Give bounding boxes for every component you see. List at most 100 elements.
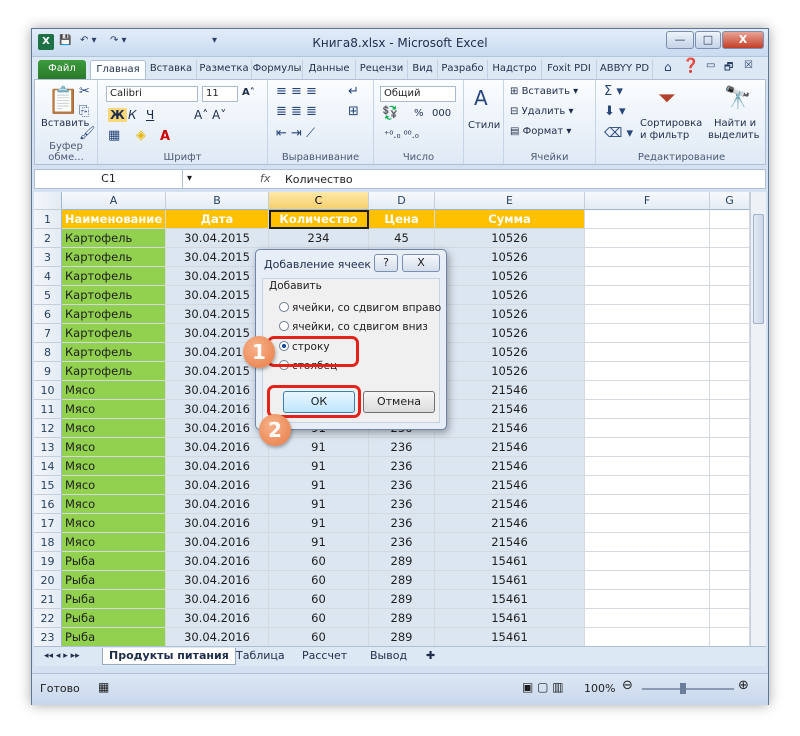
table-cell[interactable]: Картофель — [62, 286, 166, 305]
table-cell[interactable]: 236 — [369, 438, 435, 457]
collapse-ribbon-icon[interactable]: ⌂ — [664, 60, 672, 75]
table-cell[interactable]: Рыба — [62, 628, 166, 646]
styles-button[interactable]: Стили — [468, 120, 500, 131]
zoom-slider[interactable] — [642, 688, 734, 690]
tab-developer[interactable]: Разрабо — [438, 60, 488, 79]
table-cell[interactable]: Мясо — [62, 438, 166, 457]
table-cell[interactable]: 30.04.2016 — [166, 533, 269, 552]
tab-data[interactable]: Данные — [303, 60, 356, 79]
merge-icon[interactable]: ⊞ — [348, 104, 359, 119]
formula-input[interactable]: Количество — [285, 173, 353, 186]
row-header[interactable]: 12 — [34, 419, 62, 438]
table-cell[interactable] — [585, 305, 710, 324]
table-cell[interactable]: 10526 — [435, 267, 585, 286]
table-cell[interactable] — [710, 362, 750, 381]
table-cell[interactable] — [710, 400, 750, 419]
row-header[interactable]: 10 — [34, 381, 62, 400]
column-header-a[interactable]: A — [62, 192, 166, 210]
table-cell[interactable]: 21546 — [435, 457, 585, 476]
percent-button[interactable]: % — [414, 108, 424, 119]
table-cell[interactable]: 60 — [269, 609, 369, 628]
table-cell[interactable]: 15461 — [435, 609, 585, 628]
table-cell[interactable]: 21546 — [435, 533, 585, 552]
table-cell[interactable] — [585, 628, 710, 646]
align-left-icon[interactable]: ≣ ≣ ≣ — [276, 104, 317, 119]
table-cell[interactable] — [710, 514, 750, 533]
table-cell[interactable]: 21546 — [435, 400, 585, 419]
row-header[interactable]: 6 — [34, 305, 62, 324]
mdi-min-icon[interactable]: ▭ — [706, 60, 715, 75]
row-header[interactable]: 9 — [34, 362, 62, 381]
row-header[interactable]: 21 — [34, 590, 62, 609]
grow-font-icon[interactable]: A˄ — [242, 87, 255, 98]
mdi-close-icon[interactable]: ☒ — [744, 60, 753, 75]
table-cell[interactable] — [710, 305, 750, 324]
row-header[interactable]: 14 — [34, 457, 62, 476]
header-cell[interactable] — [710, 210, 750, 229]
column-header-g[interactable]: G — [710, 192, 750, 210]
table-cell[interactable]: 45 — [369, 229, 435, 248]
table-cell[interactable]: 289 — [369, 628, 435, 646]
table-cell[interactable] — [710, 476, 750, 495]
table-cell[interactable]: Мясо — [62, 457, 166, 476]
styles-icon[interactable]: A — [474, 86, 488, 110]
clear-icon[interactable]: ⌫ ▾ — [604, 126, 633, 141]
tab-abbyy[interactable]: ABBYY PD — [597, 60, 653, 79]
row-header[interactable]: 5 — [34, 286, 62, 305]
column-header-b[interactable]: B — [166, 192, 269, 210]
table-cell[interactable]: 91 — [269, 514, 369, 533]
table-cell[interactable] — [585, 476, 710, 495]
row-header[interactable]: 1 — [34, 210, 62, 229]
table-cell[interactable]: Мясо — [62, 419, 166, 438]
table-cell[interactable] — [585, 590, 710, 609]
table-cell[interactable] — [585, 400, 710, 419]
table-cell[interactable]: 30.04.2016 — [166, 400, 269, 419]
table-cell[interactable] — [585, 381, 710, 400]
column-header-c[interactable]: C — [269, 192, 369, 210]
table-cell[interactable]: Мясо — [62, 400, 166, 419]
table-cell[interactable]: 91 — [269, 533, 369, 552]
column-header-f[interactable]: F — [585, 192, 710, 210]
row-header[interactable]: 2 — [34, 229, 62, 248]
tab-view[interactable]: Вид — [408, 60, 438, 79]
table-cell[interactable]: Мясо — [62, 495, 166, 514]
table-cell[interactable]: 60 — [269, 628, 369, 646]
table-cell[interactable]: 21546 — [435, 438, 585, 457]
table-cell[interactable]: 21546 — [435, 476, 585, 495]
table-cell[interactable]: Рыба — [62, 609, 166, 628]
font-shrink-icon[interactable]: A˄ A˅ — [194, 108, 226, 122]
table-cell[interactable]: 30.04.2015 — [166, 305, 269, 324]
filter-button[interactable]: и фильтр — [640, 130, 689, 141]
table-cell[interactable]: 91 — [269, 476, 369, 495]
table-cell[interactable]: 289 — [369, 609, 435, 628]
new-sheet-icon[interactable]: ✚ — [420, 648, 441, 665]
table-cell[interactable] — [710, 495, 750, 514]
tab-layout[interactable]: Разметка — [197, 60, 252, 79]
table-cell[interactable]: Мясо — [62, 533, 166, 552]
sheet-tab-output[interactable]: Вывод — [364, 648, 413, 665]
table-cell[interactable]: 10526 — [435, 248, 585, 267]
table-cell[interactable]: Картофель — [62, 305, 166, 324]
row-header[interactable]: 20 — [34, 571, 62, 590]
paste-icon[interactable]: 📋 — [47, 86, 79, 116]
autosum-icon[interactable]: Σ ▾ — [604, 84, 623, 99]
table-cell[interactable] — [585, 324, 710, 343]
decimal-icon[interactable]: ⁺⁰.₀ ⁰⁰.₀ — [384, 130, 419, 141]
zoom-slider-thumb[interactable] — [680, 683, 686, 694]
table-cell[interactable]: 60 — [269, 571, 369, 590]
minimize-button[interactable]: — — [666, 31, 694, 49]
table-cell[interactable]: 21546 — [435, 514, 585, 533]
tab-formulas[interactable]: Формулы — [252, 60, 303, 79]
table-cell[interactable]: 234 — [269, 229, 369, 248]
find-button[interactable]: Найти и — [714, 118, 756, 129]
table-cell[interactable] — [710, 267, 750, 286]
table-cell[interactable]: 60 — [269, 552, 369, 571]
table-cell[interactable]: Картофель — [62, 343, 166, 362]
table-cell[interactable] — [585, 362, 710, 381]
dialog-close-button[interactable]: X — [402, 254, 440, 272]
table-cell[interactable]: 10526 — [435, 324, 585, 343]
header-cell[interactable]: Наименование — [62, 210, 166, 229]
table-cell[interactable] — [710, 552, 750, 571]
table-cell[interactable] — [710, 438, 750, 457]
view-buttons-icon[interactable]: ▣ ▢ ▥ — [522, 680, 564, 694]
